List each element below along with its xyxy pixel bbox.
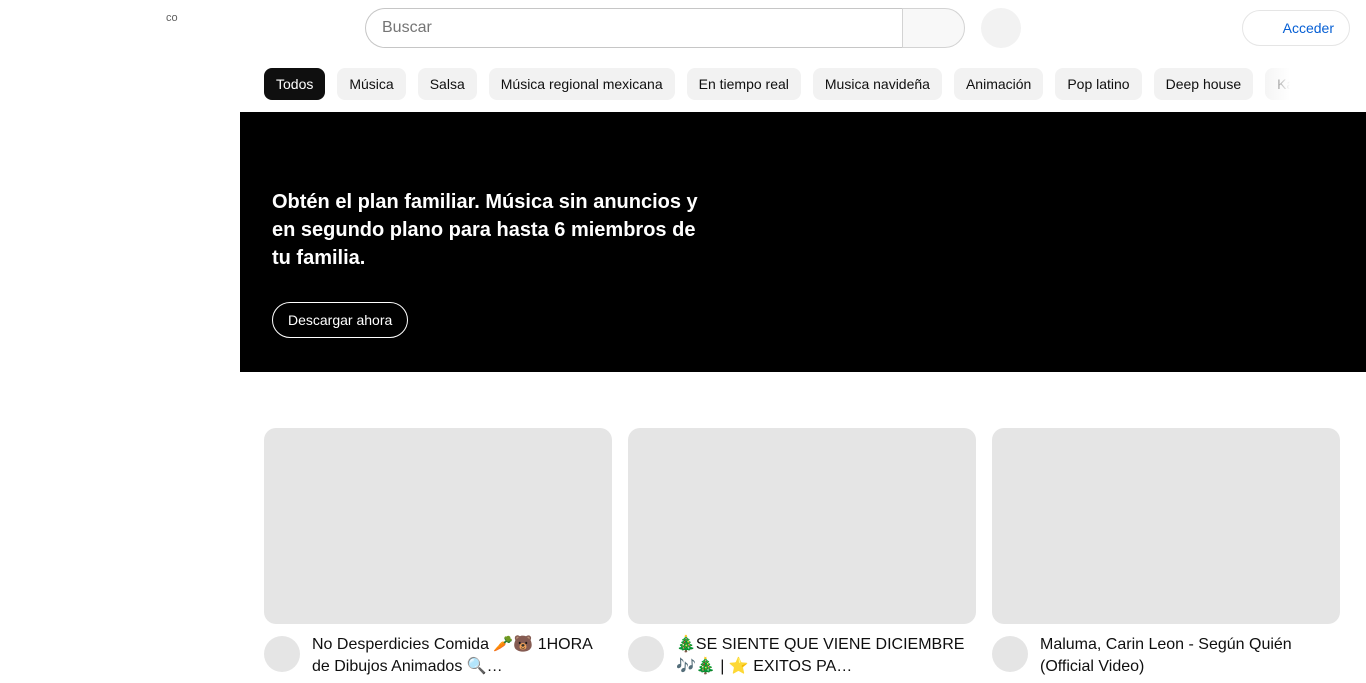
search-button[interactable] [902, 8, 965, 48]
sign-in-button[interactable]: Acceder [1242, 10, 1350, 46]
video-title[interactable]: Maluma, Carin Leon - Según Quién (Offici… [1040, 634, 1340, 678]
video-meta: Maluma, Carin Leon - Según Quién (Offici… [992, 636, 1340, 678]
search-bar [365, 8, 965, 48]
video-meta: No Desperdicies Comida 🥕🐻 1HORA de Dibuj… [264, 636, 612, 678]
video-title[interactable]: No Desperdicies Comida 🥕🐻 1HORA de Dibuj… [312, 634, 612, 678]
video-grid: No Desperdicies Comida 🥕🐻 1HORA de Dibuj… [264, 428, 1342, 678]
chip-musica-navidena[interactable]: Musica navideña [812, 68, 942, 100]
video-title[interactable]: 🎄SE SIENTE QUE VIENE DICIEMBRE 🎶🎄 | ⭐ EX… [676, 634, 976, 678]
promo-banner: Obtén el plan familiar. Música sin anunc… [240, 112, 1366, 372]
video-card[interactable]: No Desperdicies Comida 🥕🐻 1HORA de Dibuj… [264, 428, 612, 678]
video-meta: 🎄SE SIENTE QUE VIENE DICIEMBRE 🎶🎄 | ⭐ EX… [628, 636, 976, 678]
video-thumbnail[interactable] [628, 428, 976, 624]
chip-animacion[interactable]: Animación [953, 68, 1044, 100]
chip-en-tiempo-real[interactable]: En tiempo real [686, 68, 801, 100]
chip-musica-regional-mexicana[interactable]: Música regional mexicana [488, 68, 675, 100]
video-thumbnail[interactable] [264, 428, 612, 624]
chips-fade-overlay [1258, 68, 1298, 100]
download-now-button[interactable]: Descargar ahora [272, 302, 409, 338]
category-chips-bar: Todos Música Salsa Música regional mexic… [264, 68, 1298, 100]
banner-title: Obtén el plan familiar. Música sin anunc… [272, 191, 698, 269]
chip-todos[interactable]: Todos [264, 68, 326, 100]
chip-salsa[interactable]: Salsa [417, 68, 477, 100]
channel-avatar[interactable] [264, 636, 300, 672]
search-input[interactable] [365, 8, 902, 48]
voice-search-button[interactable] [981, 8, 1021, 48]
chip-deep-house[interactable]: Deep house [1153, 68, 1254, 100]
download-now-label: Descargar ahora [288, 312, 393, 328]
chip-musica[interactable]: Música [337, 68, 406, 100]
logo[interactable]: co [166, 12, 178, 24]
video-card[interactable]: Maluma, Carin Leon - Según Quién (Offici… [992, 428, 1340, 678]
channel-avatar[interactable] [992, 636, 1028, 672]
sign-in-label: Acceder [1282, 20, 1334, 36]
video-card[interactable]: 🎄SE SIENTE QUE VIENE DICIEMBRE 🎶🎄 | ⭐ EX… [628, 428, 976, 678]
chip-pop-latino[interactable]: Pop latino [1055, 68, 1142, 100]
video-thumbnail[interactable] [992, 428, 1340, 624]
channel-avatar[interactable] [628, 636, 664, 672]
